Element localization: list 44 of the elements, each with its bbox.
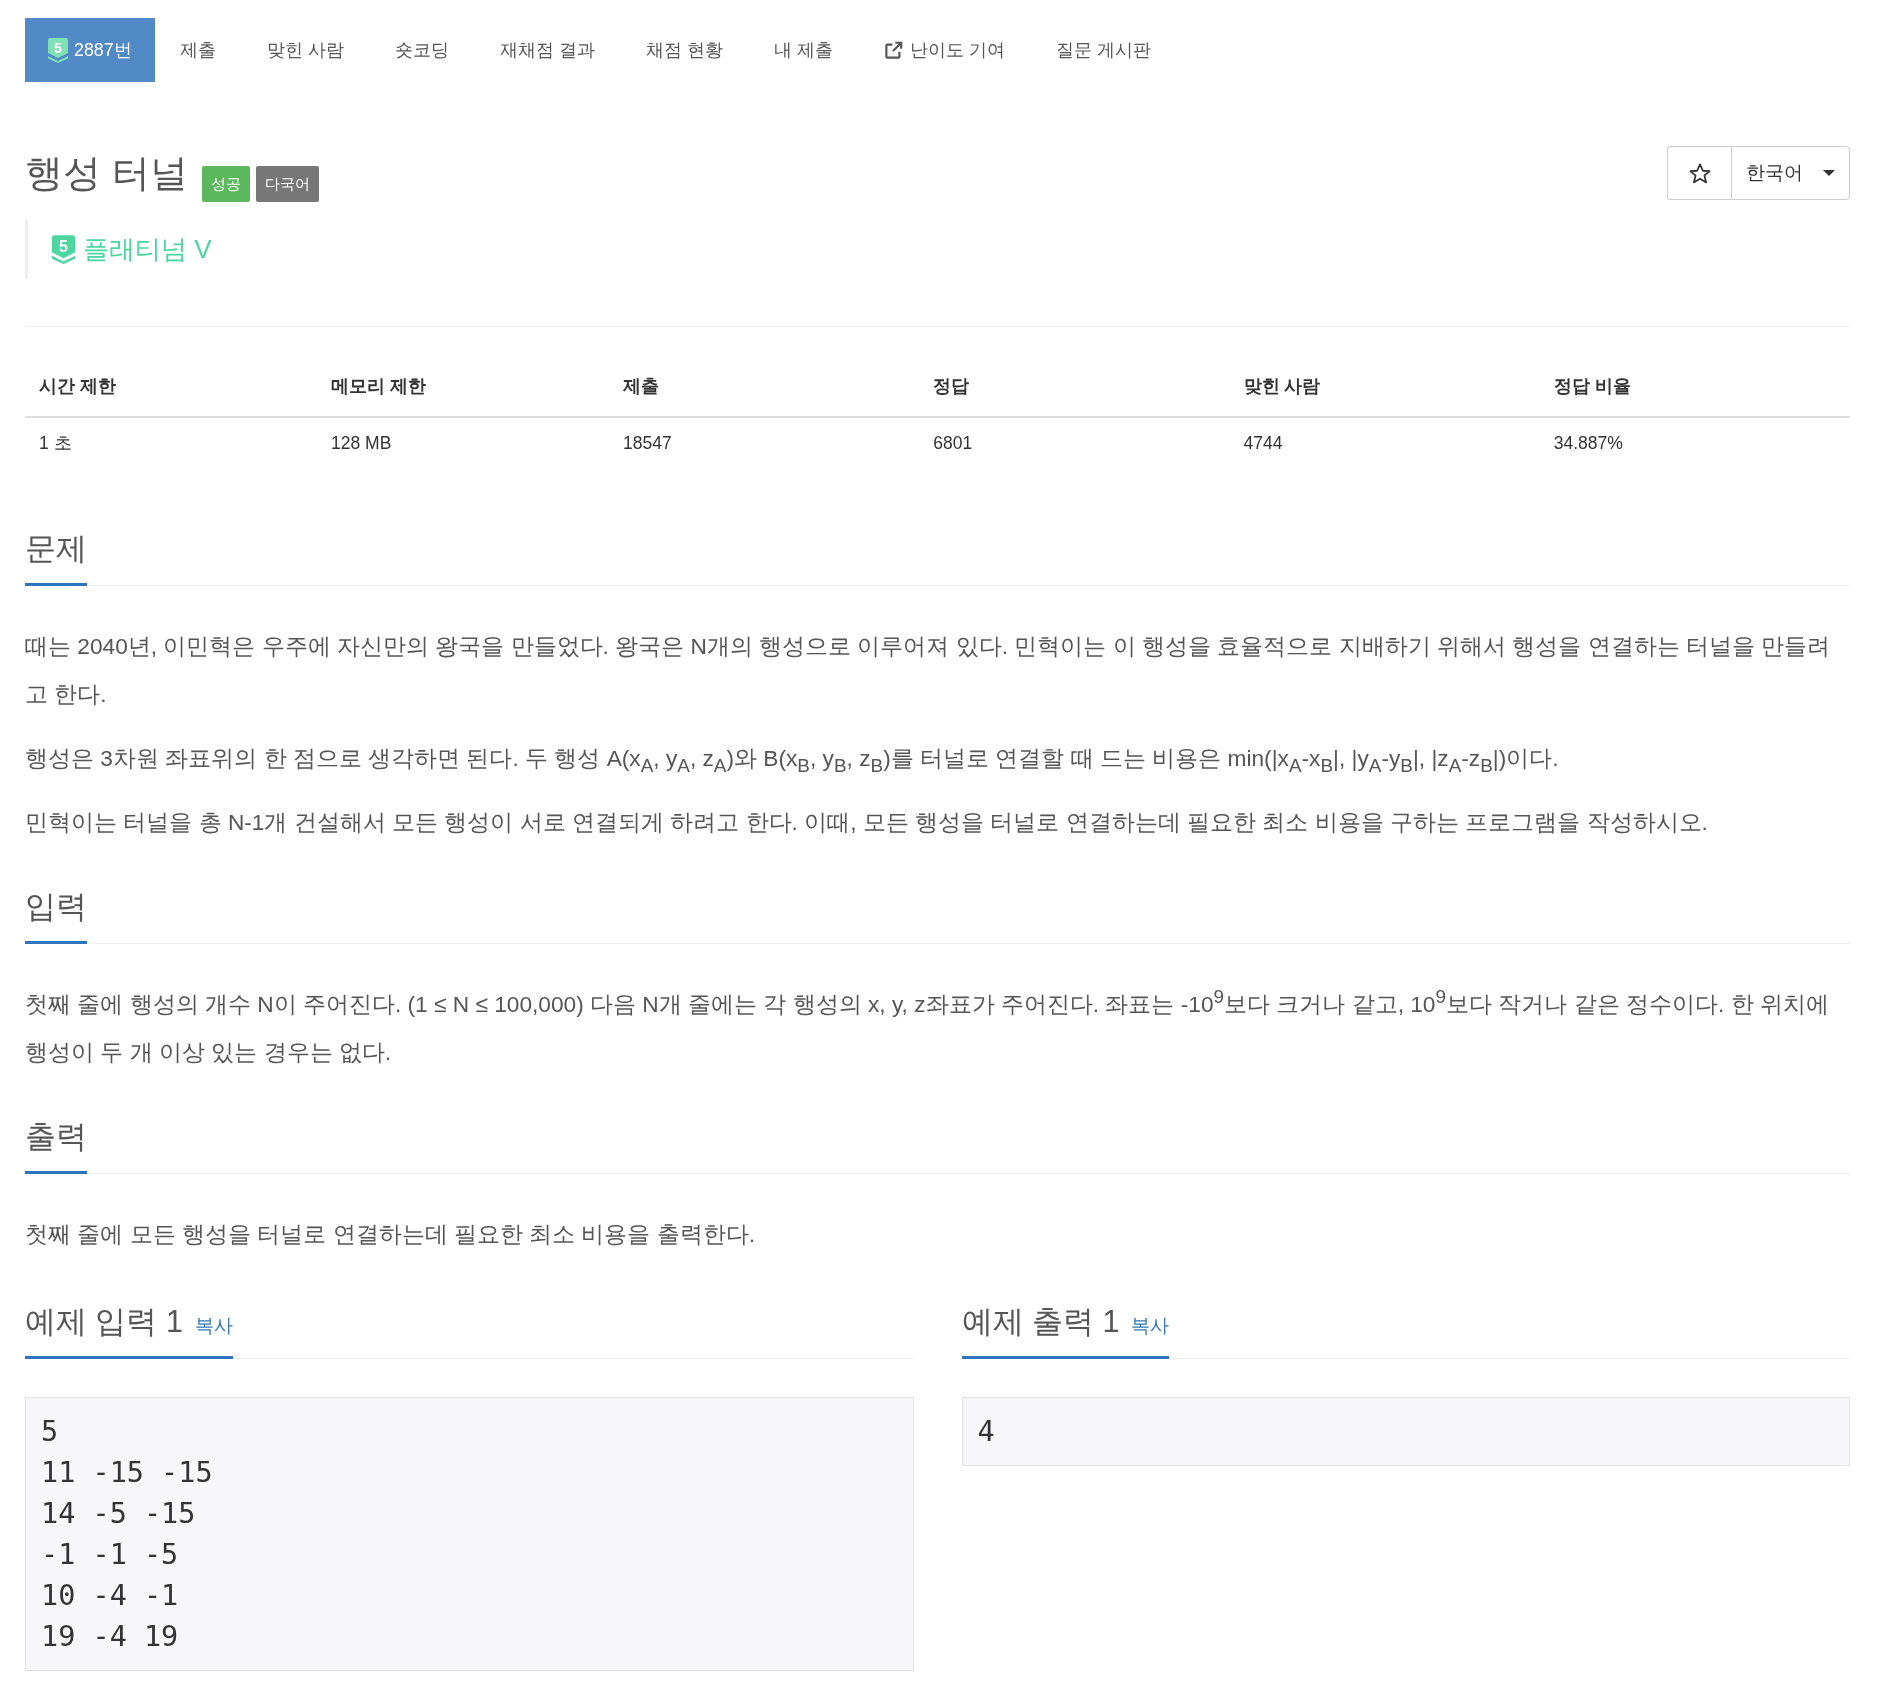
- paragraph: 첫째 줄에 모든 행성을 터널로 연결하는데 필요한 최소 비용을 출력한다.: [25, 1220, 757, 1249]
- problem-tag: 성공: [201, 166, 250, 202]
- column-header: 정답: [919, 363, 1230, 417]
- caret-icon: [1823, 170, 1835, 176]
- sample-code-block: 4: [961, 1397, 1850, 1466]
- nav-tab[interactable]: 질문 게시판: [1030, 18, 1177, 82]
- nav-tab[interactable]: 채점 현황: [620, 18, 749, 82]
- star-icon: [1688, 162, 1711, 184]
- nav-tab[interactable]: 재채점 결과: [474, 18, 621, 82]
- paragraph: 행성은 3차원 좌표위의 한 점으로 생각하면 된다. 두 행성 A(x$_{A}$, y$_{A}$, z$_{A}$)와 B(x$_{B}$, y$_{B}$, z$_{B}$)를 터널로 연결할 때 드는 비용은 min(|x$_{A}$-x$_{B}$|, |y$_{A}$-y$_{B}$|, |z$_{A}$-z$_{B}$|)이다.: [25, 744, 1560, 778]
- sample-code-block: 5 11 -15 -15 14 -5 -15 -1 -1 -5 10 -4 -1 19 -4 19: [25, 1397, 914, 1671]
- column-header: 메모리 제한: [317, 363, 609, 417]
- nav-tab[interactable]: 숏코딩: [369, 18, 475, 82]
- language-dropdown[interactable]: 한국어: [1731, 146, 1850, 200]
- nav-tab[interactable]: 5 2887번: [25, 18, 155, 82]
- nav-tab[interactable]: 내 제출: [748, 18, 859, 82]
- column-header: 맞힌 사람: [1229, 363, 1540, 417]
- column-header: 정답 비율: [1539, 363, 1850, 417]
- table-cell: 1 초: [25, 417, 317, 469]
- column-header: 시간 제한: [25, 363, 317, 417]
- paragraph: 때는 2040년, 이민혁은 우주에 자신만의 왕국을 만들었다. 왕국은 N개의 행성으로 이루어져 있다. 민혁이는 이 행성을 효율적으로 지배하기 위해서 행성을 연결하는 터널을 만들려고 한다.: [25, 632, 1832, 709]
- section-heading: 입력: [25, 888, 87, 925]
- copy-link[interactable]: 복사: [194, 1313, 233, 1339]
- table-cell: 4744: [1229, 417, 1540, 469]
- favorite-button[interactable]: [1667, 146, 1731, 200]
- table-cell: 128 MB: [317, 417, 609, 469]
- section-heading: 예제 출력 1: [961, 1303, 1120, 1340]
- problem-tag: 다국어: [255, 166, 319, 202]
- copy-link[interactable]: 복사: [1131, 1313, 1170, 1339]
- table-cell: 34.887%: [1539, 417, 1850, 469]
- column-header: 제출: [609, 363, 920, 417]
- table-cell: 6801: [919, 417, 1230, 469]
- external-link-icon: [883, 40, 903, 60]
- tier-name: 플래티넘 V: [83, 233, 212, 266]
- nav-tab[interactable]: 제출: [154, 18, 242, 82]
- table-cell: 18547: [609, 417, 920, 469]
- section-heading: 출력: [25, 1118, 87, 1155]
- nav-tab[interactable]: 맞힌 사람: [241, 18, 370, 82]
- nav-tab[interactable]: 난이도 기여: [858, 18, 1031, 82]
- problem-title: 행성 터널: [25, 151, 188, 196]
- paragraph: 민혁이는 터널을 총 N-1개 건설해서 모든 행성이 서로 연결되게 하려고 한다. 이때, 모든 행성을 터널로 연결하는데 필요한 최소 비용을 구하는 프로그램을 작성하시오.: [25, 808, 1709, 837]
- paragraph: 첫째 줄에 행성의 개수 N이 주어진다. (1 ≤ N ≤ 100,000) 다음 N개 줄에는 각 행성의 x, y, z좌표가 주어진다. 좌표는 -10$^{9}$보다 크거나 같고, 10$^{9}$보다 작거나 같은 정수이다. 한 위치에 행성이 두 개 이상 있는 경우는 없다.: [25, 985, 1830, 1067]
- section-heading: 예제 입력 1: [25, 1303, 183, 1340]
- section-heading: 문제: [25, 530, 87, 567]
